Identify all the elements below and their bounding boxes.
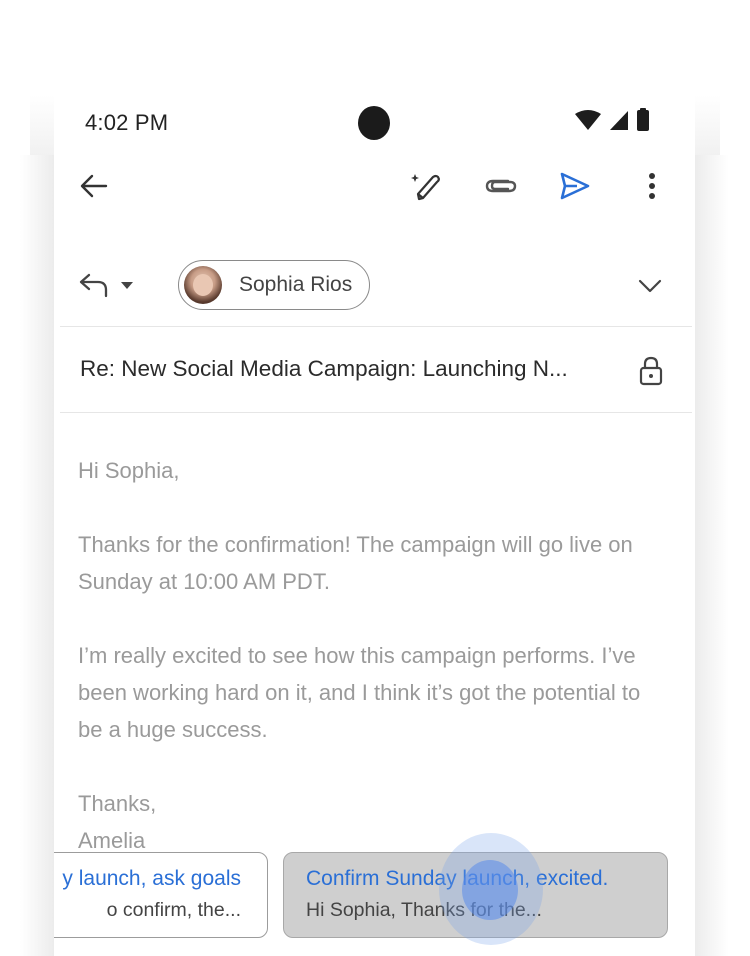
send-button[interactable]	[557, 168, 593, 204]
divider	[60, 412, 692, 413]
front-camera	[358, 106, 390, 140]
status-time: 4:02 PM	[85, 110, 169, 135]
recipient-row: Sophia Rios	[54, 250, 695, 326]
subject-row[interactable]: Re: New Social Media Campaign: Launching…	[54, 332, 695, 412]
more-vert-icon	[649, 173, 655, 199]
paperclip-icon	[485, 179, 517, 193]
status-icons	[574, 107, 650, 136]
back-button[interactable]	[76, 168, 112, 204]
reply-icon	[79, 273, 108, 298]
background-shadow	[695, 155, 729, 956]
wifi-icon	[574, 109, 602, 136]
recipient-name: Sophia Rios	[239, 273, 353, 296]
compose-toolbar	[54, 154, 695, 218]
expand-recipients-button[interactable]	[634, 270, 666, 302]
suggestion-preview: o confirm, the...	[106, 899, 241, 921]
phone-screen: 4:02 PM Sophia Rios Re: New Social Media…	[54, 90, 695, 956]
body-paragraph: Thanks for the confirmation! The campaig…	[78, 532, 633, 594]
status-bar: 4:02 PM	[54, 90, 695, 154]
lock-icon[interactable]	[637, 356, 665, 386]
body-paragraph: I’m really excited to see how this campa…	[78, 643, 641, 742]
recipient-chip[interactable]: Sophia Rios	[178, 260, 370, 310]
suggestion-card-selected[interactable]: Confirm Sunday launch, excited. Hi Sophi…	[283, 852, 668, 938]
suggestion-preview: Hi Sophia, Thanks for the...	[306, 899, 542, 921]
divider	[60, 326, 692, 327]
reply-mode-selector[interactable]	[78, 270, 134, 300]
attach-button[interactable]	[483, 168, 519, 204]
avatar	[184, 266, 222, 304]
background-shadow	[695, 95, 720, 155]
body-closing: Thanks,	[78, 791, 157, 816]
chevron-down-icon	[638, 279, 662, 293]
body-greeting: Hi Sophia,	[78, 458, 180, 483]
background-shadow	[20, 155, 54, 956]
magic-pen-icon	[411, 174, 440, 201]
arrow-left-icon	[80, 174, 108, 198]
more-options-button[interactable]	[634, 168, 670, 204]
battery-icon	[636, 107, 650, 137]
suggestion-title: Confirm Sunday launch, excited.	[306, 867, 609, 890]
subject-field[interactable]: Re: New Social Media Campaign: Launching…	[80, 356, 620, 382]
dropdown-triangle-icon	[121, 282, 133, 289]
suggestion-card[interactable]: y launch, ask goals o confirm, the...	[54, 852, 268, 938]
cellular-signal-icon	[608, 109, 630, 136]
background-shadow	[30, 95, 55, 155]
suggestion-title: y launch, ask goals	[62, 867, 241, 890]
help-me-write-button[interactable]	[408, 168, 444, 204]
send-icon	[560, 172, 590, 200]
email-body[interactable]: Hi Sophia, Thanks for the confirmation! …	[78, 452, 658, 859]
